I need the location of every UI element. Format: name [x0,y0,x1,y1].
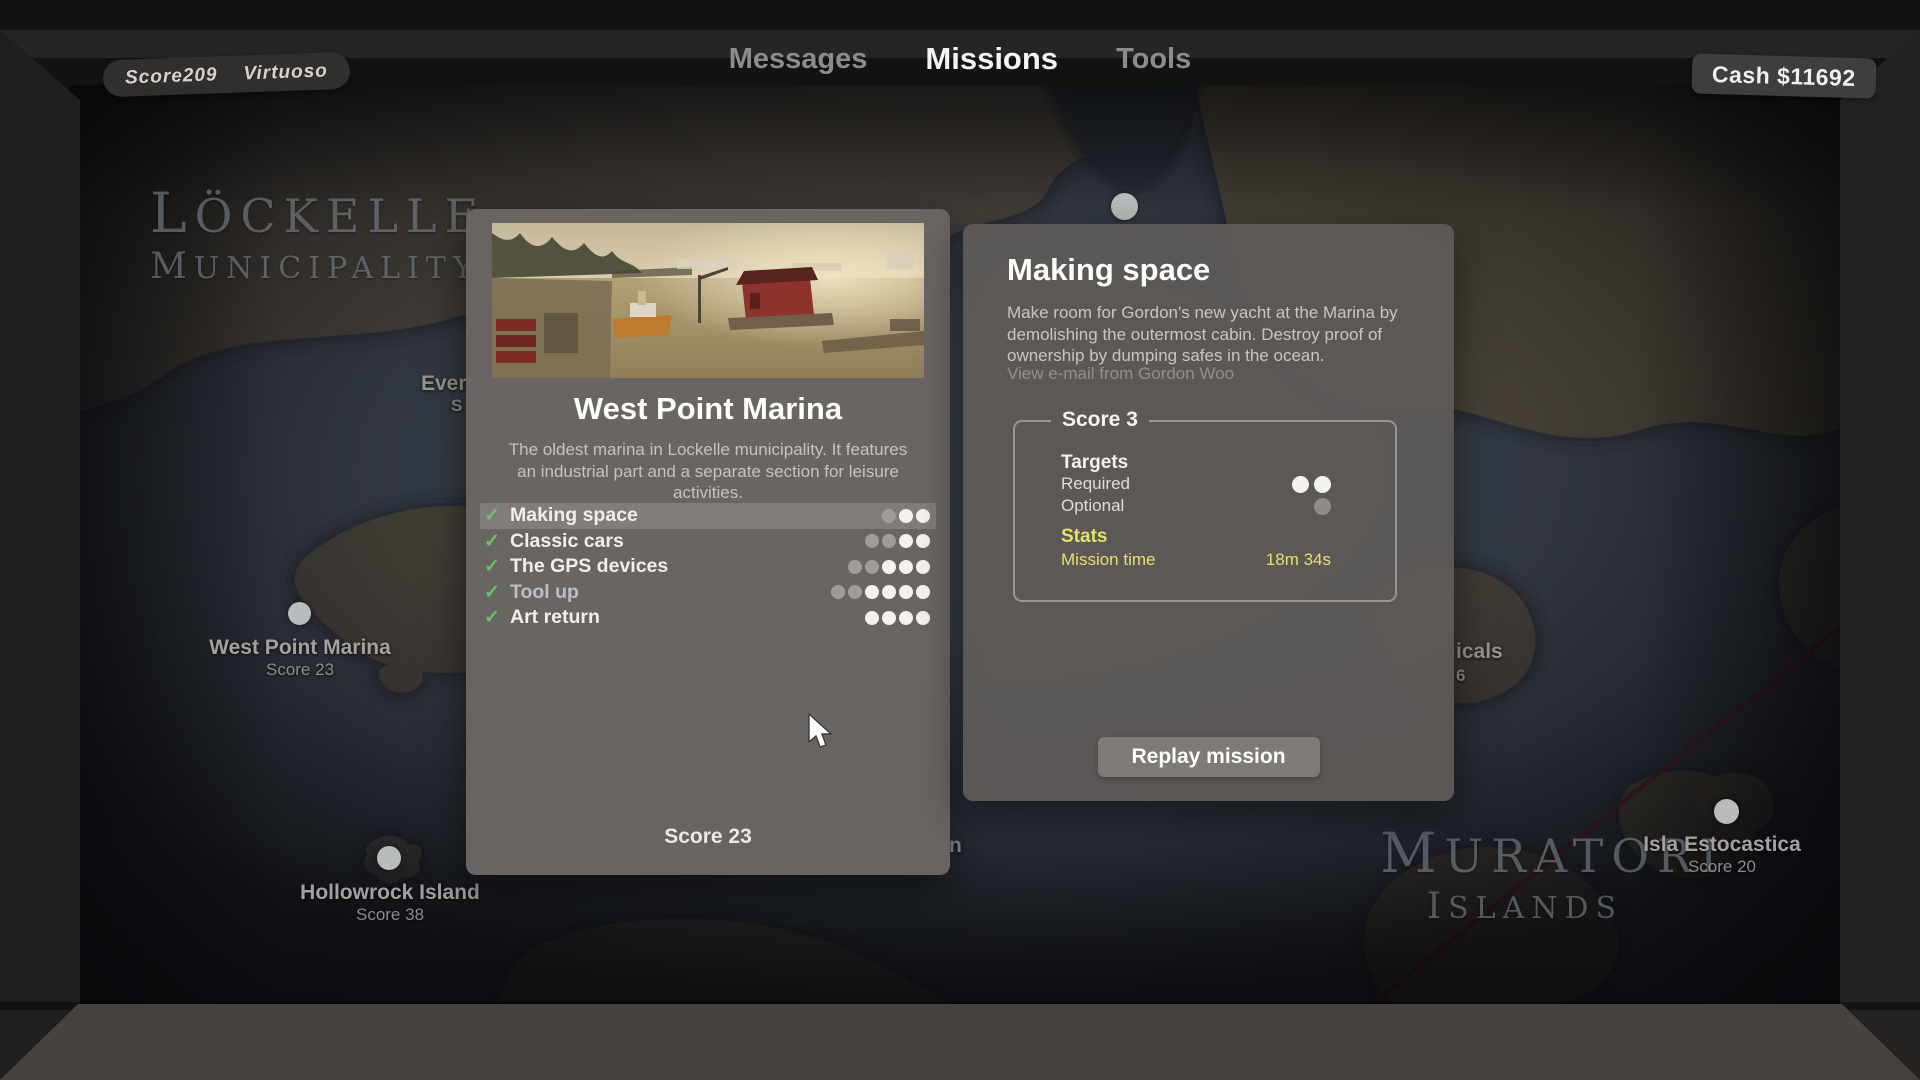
teardown-mission-screen: LÖCKELLE MUNICIPALITY MURATORI ISLANDS W… [0,0,1920,1080]
rank-label: Virtuoso [243,60,328,85]
mission-score-dots [865,611,930,625]
mission-time-label: Mission time [1061,550,1155,570]
target-dot-filled [916,534,930,548]
location-card-west-point-marina: West Point Marina The oldest marina in L… [466,209,950,875]
map-marker-hollowrock-island[interactable]: Hollowrock Island Score 38 [300,881,480,925]
mission-row-tool-up[interactable]: ✓ Tool up [480,580,936,606]
mission-label: Classic cars [510,530,865,553]
score-box-legend: Score 3 [1051,408,1149,432]
map-partial-label-icals-score: 6 [1456,666,1465,686]
map-marker-isla-estocastica[interactable]: Isla Estocastica Score 20 [1643,833,1801,877]
target-dot-dim [882,509,896,523]
target-dot-filled [916,560,930,574]
score-box: Score 3 Targets Required Optional Stats … [1013,420,1397,602]
total-score-value: Score209 [125,64,218,89]
check-icon: ✓ [484,555,510,578]
check-icon: ✓ [484,530,510,553]
map-partial-label-icals: icals [1456,640,1503,664]
map-marker-dot-hollowrock[interactable] [377,846,401,870]
check-icon: ✓ [484,581,510,604]
target-dot-filled [916,509,930,523]
mission-score-dots [865,534,930,548]
view-email-link[interactable]: View e-mail from Gordon Woo [1007,364,1234,384]
mission-row-making-space[interactable]: ✓ Making space [480,503,936,529]
optional-label: Optional [1061,496,1124,516]
tab-tools[interactable]: Tools [1116,43,1191,76]
target-dot-filled [1292,476,1309,493]
mission-row-art-return[interactable]: ✓ Art return [480,605,936,631]
room-wall-left [0,30,80,1080]
location-total-score: Score 23 [466,825,950,849]
room-wall-top [0,0,1920,30]
target-dot-dim [848,585,862,599]
required-dots [1292,476,1331,493]
targets-header: Targets [1061,452,1128,474]
mission-score-dots [882,509,930,523]
target-dot-filled [899,611,913,625]
mission-description: Make room for Gordon's new yacht at the … [1007,302,1419,367]
target-dot-filled [899,509,913,523]
optional-dots [1314,498,1331,515]
region-label-muratori: MURATORI ISLANDS [1380,822,1670,927]
target-dot-filled [882,585,896,599]
target-dot-dim [848,560,862,574]
tab-missions[interactable]: Missions [925,41,1058,77]
target-dot-filled [882,611,896,625]
target-dot-filled [899,534,913,548]
map-marker-dot-isla[interactable] [1714,799,1739,824]
target-dot-filled [916,585,930,599]
target-dot-filled [899,585,913,599]
target-dot-filled [916,611,930,625]
cash-badge: Cash $11692 [1691,53,1876,98]
mission-title: Making space [1007,252,1210,288]
mission-label: The GPS devices [510,555,848,578]
map-partial-label-evert-score: S [451,396,462,416]
mission-label: Making space [510,504,882,527]
target-dot-dim [1314,498,1331,515]
map-partial-label-n: n [949,834,962,858]
target-dot-filled [865,585,879,599]
mission-detail-panel: Making space Make room for Gordon's new … [963,224,1454,801]
mission-score-dots [831,585,930,599]
mission-score-dots [848,560,930,574]
check-icon: ✓ [484,606,510,629]
map-marker-west-point-marina[interactable]: West Point Marina Score 23 [209,636,391,680]
location-description: The oldest marina in Lockelle municipali… [498,439,918,504]
target-dot-dim [865,560,879,574]
target-dot-dim [865,534,879,548]
region-label-lockelle: LÖCKELLE MUNICIPALITY [150,182,440,287]
target-dot-filled [882,560,896,574]
map-marker-dot-north[interactable] [1111,193,1138,220]
location-title: West Point Marina [466,391,950,427]
replay-mission-button[interactable]: Replay mission [1098,737,1320,777]
map-marker-dot-west-point[interactable] [288,602,311,625]
location-preview-image [492,223,924,378]
mission-list: ✓ Making space ✓ Classic cars ✓ The GPS … [480,503,936,631]
cash-value: Cash $11692 [1712,61,1856,92]
room-wall-bottom [0,1004,1920,1080]
target-dot-filled [865,611,879,625]
mission-row-classic-cars[interactable]: ✓ Classic cars [480,529,936,555]
required-label: Required [1061,474,1130,494]
tab-messages[interactable]: Messages [729,43,868,76]
room-wall-right [1840,30,1920,1080]
target-dot-filled [899,560,913,574]
mission-time-value: 18m 34s [1266,550,1331,570]
mission-row-the-gps-devices[interactable]: ✓ The GPS devices [480,554,936,580]
mission-label: Tool up [510,581,831,604]
target-dot-filled [1314,476,1331,493]
target-dot-dim [882,534,896,548]
mission-label: Art return [510,606,865,629]
check-icon: ✓ [484,504,510,527]
stats-header: Stats [1061,526,1107,548]
target-dot-dim [831,585,845,599]
